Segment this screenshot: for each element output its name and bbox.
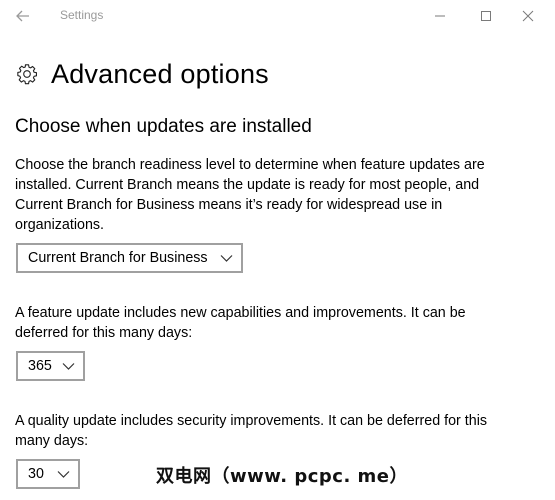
feature-update-description: A feature update includes new capabiliti…	[15, 303, 535, 343]
window-title: Settings	[60, 8, 104, 22]
feature-defer-select[interactable]: 365	[16, 351, 85, 381]
close-button[interactable]	[513, 4, 543, 28]
branch-select[interactable]: Current Branch for Business	[16, 243, 243, 273]
chevron-down-icon	[62, 363, 75, 370]
feature-update-line: deferred for this many days:	[15, 325, 193, 341]
chevron-down-icon	[57, 471, 70, 478]
branch-description-line: Current Branch for Business means it’s r…	[15, 197, 443, 213]
feature-update-line: A feature update includes new capabiliti…	[15, 305, 466, 321]
quality-update-description: A quality update includes security impro…	[15, 411, 535, 451]
quality-update-line: many days:	[15, 433, 89, 449]
page-heading: Advanced options	[15, 52, 269, 96]
gear-icon	[15, 62, 39, 86]
chevron-down-icon	[220, 255, 233, 262]
branch-select-value: Current Branch for Business	[28, 250, 208, 266]
feature-defer-value: 365	[28, 358, 52, 374]
branch-description: Choose the branch readiness level to det…	[15, 155, 535, 235]
branch-description-line: organizations.	[15, 217, 105, 233]
quality-update-line: A quality update includes security impro…	[15, 413, 488, 429]
branch-description-line: Choose the branch readiness level to det…	[15, 157, 485, 173]
back-button[interactable]	[10, 4, 36, 28]
maximize-icon	[481, 11, 491, 21]
watermark: 双电网（www. pcpc. me）	[156, 466, 409, 487]
section-title: Choose when updates are installed	[15, 116, 312, 137]
page-title: Advanced options	[51, 58, 269, 89]
back-arrow-icon	[16, 10, 29, 22]
minimize-button[interactable]	[425, 4, 455, 28]
close-icon	[522, 10, 534, 22]
title-bar: Settings	[0, 0, 555, 32]
quality-defer-value: 30	[28, 466, 44, 482]
branch-description-line: installed. Current Branch means the upda…	[15, 177, 480, 193]
maximize-button[interactable]	[471, 4, 501, 28]
quality-defer-select[interactable]: 30	[16, 459, 80, 489]
minimize-icon	[435, 15, 445, 17]
